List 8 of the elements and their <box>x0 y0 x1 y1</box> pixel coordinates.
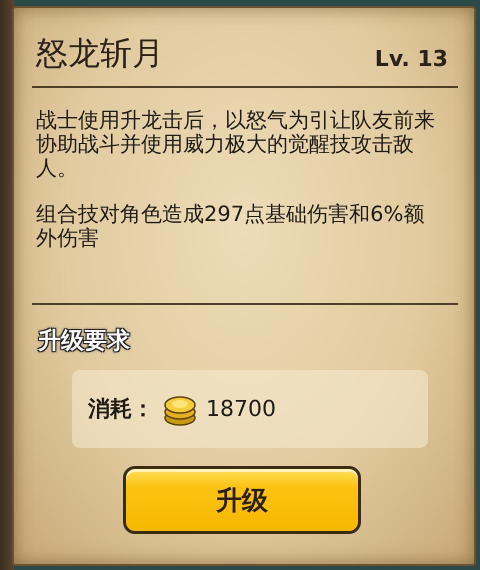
skill-level: Lv. 13 <box>374 47 448 74</box>
skill-description: 组合技对角色造成297点基础伤害和6%额外伤害 <box>36 202 426 250</box>
skill-name: 怒龙斩月 <box>36 33 164 74</box>
skill-description: 战士使用升龙击后，以怒气为引让队友前来协助战斗并使用威力极大的觉醒技攻击敌人。 <box>36 108 436 180</box>
upgrade-button[interactable]: 升级 <box>123 466 361 534</box>
section-heading: 升级要求 <box>38 327 131 356</box>
cost-label: 消耗： <box>88 396 154 424</box>
cost-amount: 18700 <box>206 396 276 422</box>
